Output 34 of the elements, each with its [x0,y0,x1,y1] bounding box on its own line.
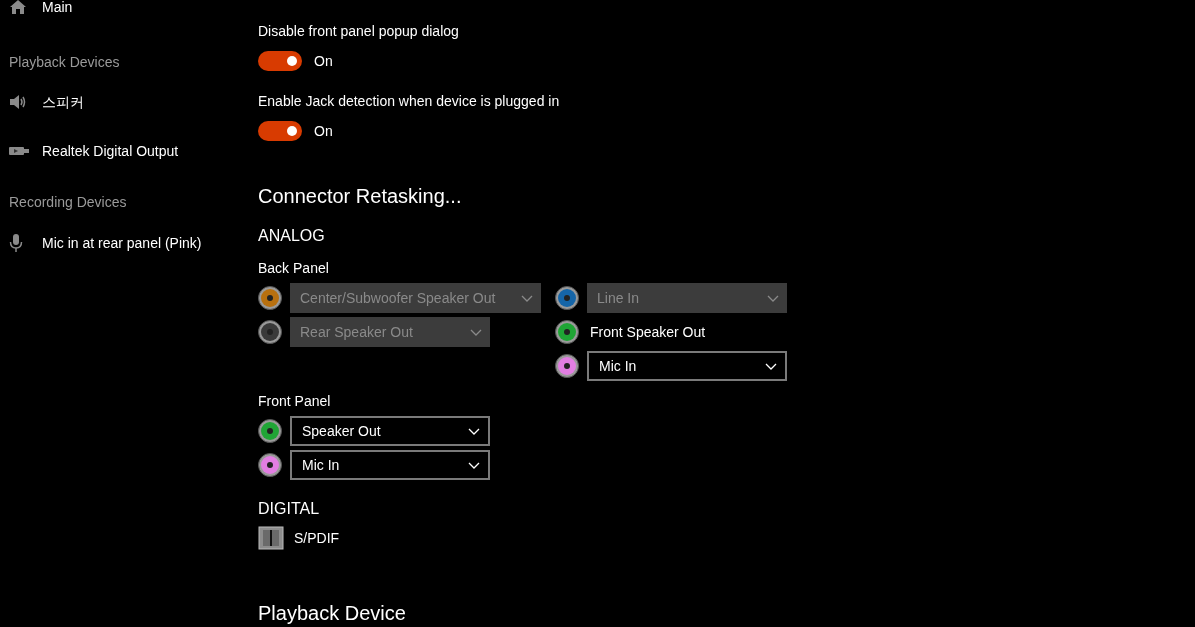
subsection-heading: DIGITAL [258,499,321,519]
toggle-state: On [314,52,333,71]
optical-port-icon [258,526,284,550]
group-label: Front Panel [258,392,332,410]
dropdown[interactable]: Mic In [587,351,787,381]
toggle-switch[interactable] [258,51,302,71]
chevron-down-icon [765,362,777,370]
microphone-icon [9,234,23,252]
dropdown[interactable]: Speaker Out [290,416,490,446]
toggle-switch[interactable] [258,121,302,141]
nav-item[interactable]: Mic in at rear panel (Pink) [42,233,202,253]
chevron-down-icon [468,461,480,469]
speaker-icon [9,94,27,110]
nav-item[interactable]: 스피커 [42,92,84,112]
toggle-state: On [314,122,333,141]
group-label: Back Panel [258,259,330,277]
section-heading: Playback Device [258,601,407,626]
connector-icon [9,146,29,156]
setting-label: Enable Jack detection when device is plugged in [258,92,561,111]
chevron-down-icon [767,294,779,302]
port-label: S/PDIF [294,528,340,548]
nav-item[interactable]: Realtek Digital Output [42,141,179,161]
chevron-down-icon [470,328,482,336]
section-heading: Connector Retasking... [258,184,463,209]
dropdown[interactable]: Mic In [290,450,490,480]
chevron-down-icon [521,294,533,302]
section-header: Recording Devices [8,193,128,211]
setting-label: Disable front panel popup dialog [258,22,460,41]
home-icon [9,0,27,15]
subsection-heading: ANALOG [258,226,326,246]
nav-item[interactable]: Main [42,0,73,17]
jack-label: Front Speaker Out [589,322,706,342]
chevron-down-icon [468,427,480,435]
section-header: Playback Devices [8,53,121,71]
